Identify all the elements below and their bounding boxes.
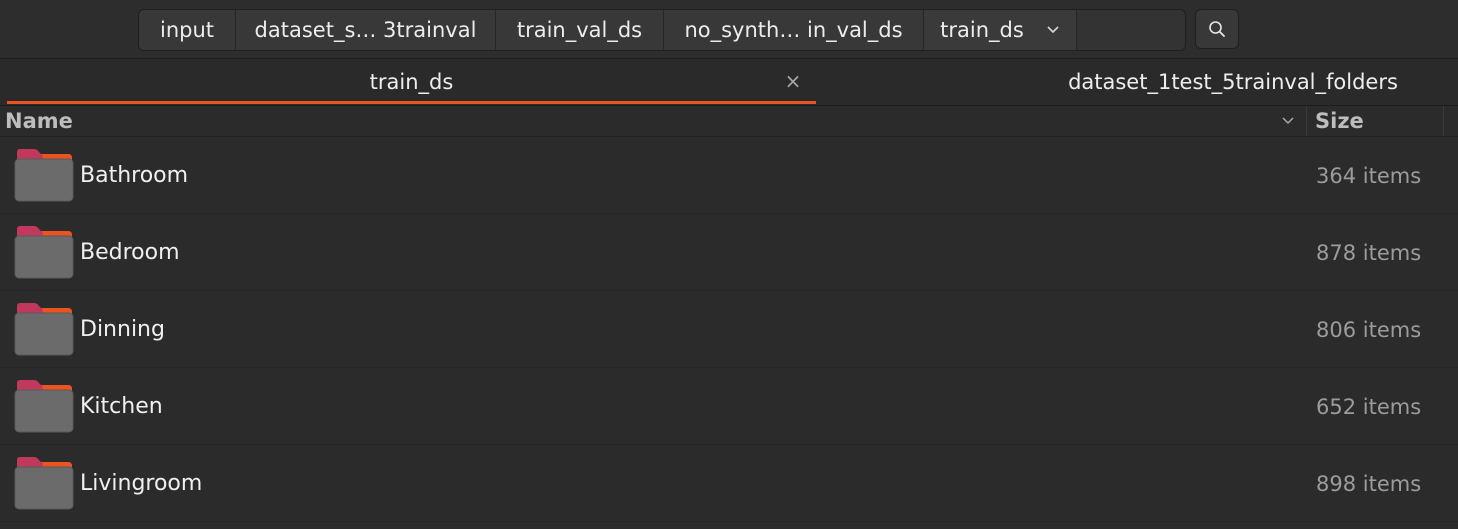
search-icon — [1207, 19, 1227, 39]
close-tab-button[interactable]: × — [781, 69, 805, 93]
tab-bar: train_ds × dataset_1test_5trainval_folde… — [0, 59, 1458, 106]
header-bar: input dataset_s… 3trainval train_val_ds … — [0, 0, 1458, 59]
folder-icon — [14, 302, 74, 356]
tab-train-ds[interactable]: train_ds — [7, 59, 816, 105]
folder-icon — [14, 456, 74, 510]
search-button[interactable] — [1195, 9, 1239, 49]
breadcrumb-label: no_synth… in_val_ds — [684, 18, 903, 42]
column-divider[interactable] — [1306, 106, 1307, 136]
folder-icon — [14, 225, 74, 279]
breadcrumb-label: train_val_ds — [516, 18, 643, 42]
list-item-dinning[interactable]: Dinning 806 items — [0, 291, 1458, 368]
file-list: Bathroom 364 items Bedroom 878 items Din… — [0, 137, 1458, 522]
breadcrumb: input dataset_s… 3trainval train_val_ds … — [138, 9, 1186, 51]
column-name-label: Name — [5, 109, 73, 133]
column-divider[interactable] — [1443, 106, 1444, 136]
column-header-name[interactable]: Name — [5, 106, 73, 136]
file-size: 878 items — [1316, 240, 1422, 265]
active-tab-indicator — [7, 101, 816, 104]
column-header-size[interactable]: Size — [1315, 106, 1364, 136]
tab-dataset-folders[interactable]: dataset_1test_5trainval_folders — [1008, 59, 1458, 105]
chevron-down-icon[interactable] — [1046, 25, 1060, 35]
file-size: 364 items — [1316, 163, 1422, 188]
file-name: Dinning — [80, 317, 165, 342]
tab-label: dataset_1test_5trainval_folders — [1068, 70, 1398, 94]
breadcrumb-item-train-val-ds[interactable]: train_val_ds — [496, 10, 664, 50]
file-name: Bedroom — [80, 240, 180, 265]
breadcrumb-label: train_ds — [940, 18, 1024, 42]
close-icon: × — [784, 69, 802, 93]
file-name: Kitchen — [80, 394, 163, 419]
breadcrumb-item-train-ds[interactable]: train_ds — [924, 10, 1077, 50]
list-item-bedroom[interactable]: Bedroom 878 items — [0, 214, 1458, 291]
file-size: 652 items — [1316, 394, 1422, 419]
breadcrumb-label: input — [159, 18, 215, 42]
file-size: 806 items — [1316, 317, 1422, 342]
list-item-livingroom[interactable]: Livingroom 898 items — [0, 445, 1458, 522]
folder-icon — [14, 148, 74, 202]
breadcrumb-item-no-synth[interactable]: no_synth… in_val_ds — [664, 10, 924, 50]
tab-label: train_ds — [369, 70, 454, 94]
file-name: Bathroom — [80, 163, 189, 188]
chevron-down-icon[interactable] — [1278, 111, 1298, 131]
file-name: Livingroom — [80, 471, 203, 496]
folder-icon — [14, 379, 74, 433]
breadcrumb-empty-slot — [1077, 10, 1185, 50]
file-manager-window: input dataset_s… 3trainval train_val_ds … — [0, 0, 1458, 529]
column-header: Name Size — [0, 106, 1458, 137]
column-size-label: Size — [1315, 109, 1364, 133]
list-item-bathroom[interactable]: Bathroom 364 items — [0, 137, 1458, 214]
file-size: 898 items — [1316, 471, 1422, 496]
list-item-kitchen[interactable]: Kitchen 652 items — [0, 368, 1458, 445]
breadcrumb-item-dataset[interactable]: dataset_s… 3trainval — [236, 10, 496, 50]
breadcrumb-label: dataset_s… 3trainval — [254, 18, 477, 42]
breadcrumb-item-input[interactable]: input — [139, 10, 236, 50]
